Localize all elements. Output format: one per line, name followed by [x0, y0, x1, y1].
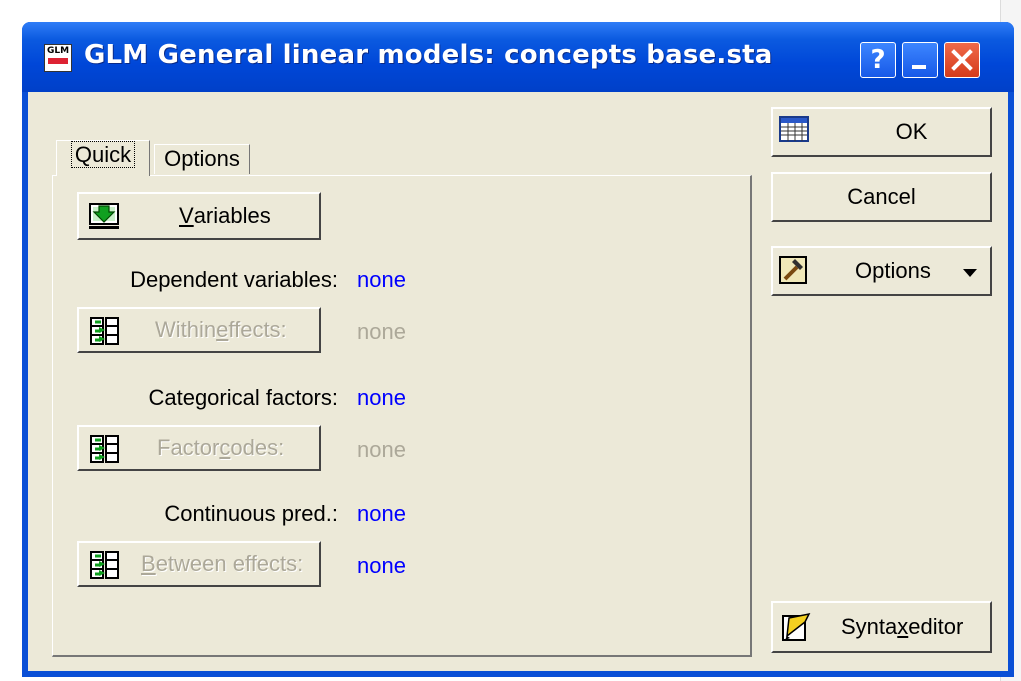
continuous-predictors-label: Continuous pred.: [164, 501, 338, 526]
factor-codes-label: Factor c odes: [157, 427, 284, 469]
syntax-editor-label-pre: Synta [841, 614, 898, 639]
factor-codes-label-mnemonic: c [219, 435, 231, 460]
variables-label-post: ariables [193, 203, 271, 228]
between-effects-value[interactable]: none [357, 553, 406, 579]
cancel-button[interactable]: Cancel [771, 172, 992, 222]
dependent-variables-label: Dependent variables: [130, 267, 338, 292]
continuous-predictors-value[interactable]: none [357, 501, 406, 527]
effects-grid-icon [90, 435, 119, 463]
chevron-down-icon [963, 269, 977, 277]
between-effects-button[interactable]: Between effects: [77, 541, 321, 587]
variables-label: Variables [179, 194, 271, 238]
tab-quick-label: Quick [70, 141, 136, 168]
within-effects-label-post: ffects: [228, 317, 287, 342]
syntax-editor-label: Synta x editor [841, 603, 963, 651]
syntax-editor-label-post: editor [908, 614, 964, 639]
effects-grid-icon [90, 317, 119, 345]
variables-button[interactable]: Variables [77, 192, 321, 240]
categorical-factors-label: Categorical factors: [148, 385, 338, 410]
within-effects-label-pre: Within [155, 317, 217, 342]
tab-quick[interactable]: Quick [56, 140, 150, 176]
help-button[interactable]: ? [860, 42, 896, 78]
minimize-icon [912, 65, 926, 69]
syntax-editor-button[interactable]: Synta x editor [771, 601, 992, 653]
factor-codes-label-pre: Factor [157, 435, 220, 460]
options-label: Options [855, 258, 931, 283]
close-button[interactable] [944, 42, 980, 78]
tab-options-label: Options [164, 146, 240, 171]
between-effects-label-mnemonic: B [141, 551, 156, 576]
within-effects-label: Within e ffects: [155, 309, 287, 351]
variables-select-icon [89, 203, 119, 229]
quick-tab-panel: Variables Dependent variables: none With… [52, 175, 752, 657]
factor-codes-button[interactable]: Factor c odes: [77, 425, 321, 471]
options-hammer-icon [779, 256, 807, 284]
glm-app-icon: GLM [44, 44, 72, 72]
app-icon-bar [48, 58, 68, 64]
syntax-editor-label-mnemonic: x [897, 614, 909, 639]
minimize-button[interactable] [902, 42, 938, 78]
dialog-client: Options Quick Variables Dependent variab… [28, 92, 1008, 671]
ok-button[interactable]: OK [771, 107, 992, 157]
between-effects-label-post: etween effects: [155, 551, 304, 576]
categorical-factors-value[interactable]: none [357, 385, 406, 411]
factor-codes-label-post: odes: [230, 435, 285, 460]
syntax-edit-icon [782, 612, 811, 641]
tab-options[interactable]: Options [154, 144, 250, 174]
ok-label: OK [895, 119, 928, 144]
title-bar[interactable]: GLM GLM General linear models: concepts … [22, 22, 1014, 92]
window-title: GLM General linear models: concepts base… [84, 40, 773, 70]
between-effects-label: Between effects: [141, 543, 303, 585]
effects-grid-icon [90, 551, 119, 579]
factor-codes-value: none [357, 437, 406, 462]
within-effects-value: none [357, 319, 406, 344]
cancel-label: Cancel [847, 184, 916, 209]
variables-label-mnemonic: V [179, 203, 194, 228]
within-effects-label-mnemonic: e [216, 317, 229, 342]
app-icon-text: GLM [46, 46, 70, 56]
dialog-window: GLM GLM General linear models: concepts … [22, 22, 1014, 677]
options-menu-button[interactable]: Options [771, 246, 992, 296]
dependent-variables-value[interactable]: none [357, 267, 406, 293]
within-effects-button[interactable]: Within e ffects: [77, 307, 321, 353]
close-icon [951, 49, 973, 71]
